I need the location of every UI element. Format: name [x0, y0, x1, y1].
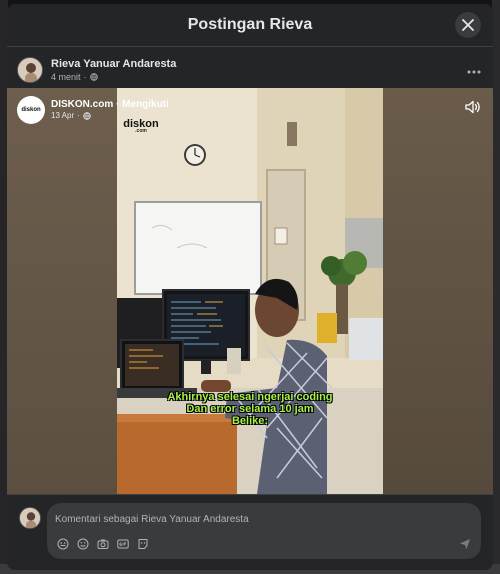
post-meta: 4 menit · [51, 72, 176, 82]
dialog-title: Postingan Rieva [187, 16, 313, 33]
sticker-button[interactable] [57, 538, 69, 550]
camera-icon [97, 539, 109, 549]
send-comment-button[interactable] [459, 537, 471, 555]
globe-icon [89, 73, 98, 82]
author-name[interactable]: Rieva Yanuar Andaresta [51, 58, 176, 71]
emoji-icon [77, 538, 89, 550]
commenter-avatar[interactable] [19, 507, 41, 529]
video-blur-right [383, 88, 493, 494]
gif-button[interactable] [117, 538, 129, 550]
subtitle-line-1: Akhirnya selesai ngerjai coding [167, 391, 333, 403]
camera-button[interactable] [97, 538, 109, 550]
comment-tools [57, 538, 149, 550]
shared-page-name[interactable]: DISKON.com [51, 99, 113, 110]
shared-post-header: diskon DISKON.com · Mengikuti 13 Apr · [17, 96, 169, 124]
globe-icon [83, 112, 91, 120]
video-frame[interactable] [117, 88, 383, 494]
send-icon [460, 539, 470, 549]
office-scene-illustration [117, 88, 383, 494]
subtitle-line-2: Dan error selama 10 jam [186, 403, 314, 415]
emoji-button[interactable] [77, 538, 89, 550]
comment-composer [7, 494, 493, 570]
comment-box [47, 503, 481, 559]
post-header: Rieva Yanuar Andaresta 4 menit · [7, 47, 493, 89]
post-time[interactable]: 4 menit [51, 72, 81, 82]
shared-date[interactable]: 13 Apr [51, 111, 74, 121]
close-button[interactable] [455, 12, 481, 38]
author-block: Rieva Yanuar Andaresta 4 menit · [51, 58, 176, 83]
speaker-icon [465, 100, 480, 114]
shared-date-line: 13 Apr · [51, 111, 169, 121]
subtitle-line-3: Belike: [231, 415, 269, 427]
author-avatar[interactable] [17, 57, 43, 83]
sticker-icon [57, 538, 69, 550]
avatar-sticker-icon [138, 539, 148, 549]
more-horizontal-icon [467, 70, 481, 74]
shared-page-name-line: DISKON.com · Mengikuti [51, 99, 169, 111]
comment-input[interactable] [55, 511, 455, 527]
shared-video[interactable]: diskon .com Akhirnya selesai ngerjai cod… [7, 88, 493, 494]
follow-status[interactable]: Mengikuti [122, 99, 169, 110]
sound-toggle-button[interactable] [465, 100, 481, 119]
close-icon [462, 19, 474, 31]
dialog-header: Postingan Rieva [7, 4, 493, 47]
shared-logo-text: diskon [21, 107, 41, 113]
avatar-sticker-button[interactable] [137, 538, 149, 550]
gif-icon [117, 539, 129, 549]
more-options-button[interactable] [467, 61, 481, 77]
shared-page-logo[interactable]: diskon [17, 96, 45, 124]
backdrop-right-edge [492, 0, 500, 574]
shared-meta: DISKON.com · Mengikuti 13 Apr · [51, 99, 169, 121]
post-dialog: Postingan Rieva Rieva Yanuar Andaresta 4… [7, 4, 493, 570]
video-blur-left [7, 88, 117, 494]
